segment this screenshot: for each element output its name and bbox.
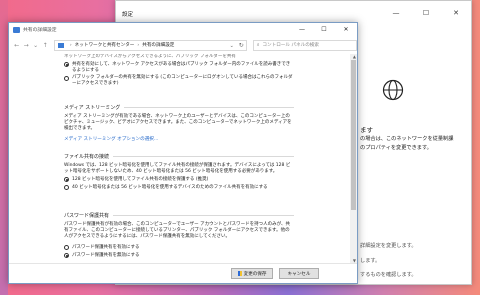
refresh-icon[interactable]: ↻: [239, 42, 244, 49]
radio-button[interactable]: [64, 184, 69, 190]
scroll-up-icon[interactable]: ▲: [353, 54, 356, 59]
breadcrumb-advanced-sharing[interactable]: 共有の詳細設定: [142, 42, 174, 48]
settings-heading-fragment: ます: [360, 126, 373, 134]
public-folder-option-off-label: パブリック フォルダーの共有を無効にする (このコンピューターにログオンしている…: [72, 75, 293, 86]
password-sharing-title: パスワード保護共有: [64, 212, 294, 219]
file-sharing-section: ファイル共有の接続 Windows では、128 ビット暗号化を使用してファイル…: [64, 153, 294, 190]
public-folder-option-off[interactable]: パブリック フォルダーの共有を無効にする (このコンピューターにログオンしている…: [64, 75, 294, 86]
password-sharing-on-label: パスワード保護共有を有効にする: [72, 245, 140, 250]
save-changes-label: 変更の保存: [243, 271, 267, 277]
desktop-background: [0, 0, 8, 295]
encryption-40-56-label: 40 ビット暗号化または 56 ビット暗号化を使用するデバイスのためのファイル共…: [72, 184, 268, 190]
radio-button-selected[interactable]: [64, 177, 69, 183]
settings-window-title: 設定: [122, 12, 134, 18]
media-streaming-title: メディア ストリーミング: [64, 104, 294, 111]
globe-icon: [382, 79, 404, 101]
encryption-40-56-option[interactable]: 40 ビット暗号化または 56 ビット暗号化を使用するデバイスのためのファイル共…: [64, 185, 294, 191]
close-icon[interactable]: ✕: [441, 1, 471, 25]
password-sharing-section: パスワード保護共有 パスワード保護共有が有効の場合、このコンピューターでユーザー…: [64, 212, 294, 258]
search-placeholder: コントロール パネルの検索: [262, 43, 319, 48]
uac-shield-icon: [237, 271, 242, 276]
maximize-icon[interactable]: ☐: [313, 23, 335, 36]
media-streaming-section: メディア ストリーミング メディア ストリーミングが有効である場合、ネットワーク…: [64, 104, 294, 142]
encryption-128-option[interactable]: 128 ビット暗号化を使用してファイル共有の接続を保護する (推奨): [64, 177, 294, 183]
cp-window-title: 共有の詳細設定: [23, 28, 57, 33]
minimize-icon[interactable]: —: [381, 1, 411, 25]
forward-arrow-icon[interactable]: →: [21, 40, 30, 50]
maximize-icon[interactable]: ☐: [411, 1, 441, 25]
network-icon: [13, 26, 20, 33]
breadcrumb-separator: ›: [137, 42, 140, 48]
dropdown-arrow-icon[interactable]: ⌄: [31, 40, 40, 50]
close-icon[interactable]: ✕: [335, 23, 357, 36]
media-streaming-link[interactable]: メディア ストリーミング オプションの選択...: [64, 136, 294, 142]
chevron-down-icon[interactable]: ⌄: [230, 43, 234, 49]
settings-link-3[interactable]: するものを確認します。: [360, 271, 417, 278]
scroll-thumb[interactable]: [351, 60, 356, 210]
vertical-scrollbar[interactable]: ▲ ▼: [350, 54, 357, 263]
file-sharing-desc: Windows では、128 ビット暗号化を使用してファイル共有の接続が保護され…: [64, 163, 291, 174]
radio-button[interactable]: [64, 245, 69, 251]
public-folder-option-on[interactable]: 共有を有効にして、ネットワーク アクセスがある場合はパブリック フォルダー内のフ…: [64, 62, 294, 73]
back-arrow-icon[interactable]: ←: [12, 40, 21, 50]
minimize-icon[interactable]: —: [291, 23, 313, 36]
save-changes-button[interactable]: 変更の保存: [231, 268, 273, 279]
cp-titlebar: 共有の詳細設定 — ☐ ✕: [9, 23, 357, 36]
search-input[interactable]: ⌕ コントロール パネルの検索: [252, 39, 358, 51]
password-sharing-off-option[interactable]: パスワード保護共有を無効にする: [64, 253, 294, 259]
settings-window-controls: — ☐ ✕: [381, 1, 471, 25]
address-bar-row: ← → ⌄ ↑ › ネットワークと共有センター › 共有の詳細設定 ⌄ ↻ ⌕ …: [9, 36, 358, 54]
search-icon: ⌕: [256, 43, 260, 48]
file-sharing-title: ファイル共有の接続: [64, 153, 294, 160]
settings-link-2[interactable]: します。: [360, 257, 380, 264]
breadcrumb-network-center[interactable]: ネットワークと共有センター: [75, 42, 135, 48]
password-sharing-off-label: パスワード保護共有を無効にする: [72, 252, 140, 258]
public-folder-section: ネットワーク上のデバイスからアクセスできるように、パブリック フォルダーを共有 …: [64, 54, 294, 86]
radio-button-selected[interactable]: [64, 252, 69, 258]
radio-button[interactable]: [64, 75, 69, 81]
breadcrumb-separator: ›: [69, 42, 72, 48]
dialog-footer: 変更の保存 キャンセル: [9, 263, 357, 283]
cp-window-controls: — ☐ ✕: [291, 23, 357, 36]
radio-button-selected[interactable]: [64, 62, 69, 68]
settings-desc-line1: の場合は、このネットワークを従量制課: [360, 136, 454, 142]
cancel-button[interactable]: キャンセル: [279, 268, 319, 279]
media-streaming-desc: メディア ストリーミングが有効である場合、ネットワーク上のユーザーとデバイスは、…: [64, 114, 292, 131]
settings-desc-line2: のプロパティを変更できます。: [360, 145, 432, 151]
encryption-128-label: 128 ビット暗号化を使用してファイル共有の接続を保護する (推奨): [72, 177, 209, 182]
password-sharing-desc: パスワード保護共有が有効の場合、このコンピューターでユーザー アカウントとパスワ…: [64, 222, 290, 239]
settings-content: ネットワーク上のデバイスからアクセスできるように、パブリック フォルダーを共有 …: [9, 54, 357, 263]
address-bar[interactable]: › ネットワークと共有センター › 共有の詳細設定 ⌄ ↻: [53, 39, 247, 51]
public-folder-option-on-label: 共有を有効にして、ネットワーク アクセスがある場合はパブリック フォルダー内のフ…: [72, 62, 291, 73]
public-folder-desc-partial: ネットワーク上のデバイスからアクセスできるように、パブリック フォルダーを共有: [64, 54, 236, 59]
settings-link-1[interactable]: 詳細設定を変更します。: [360, 242, 417, 249]
up-arrow-icon[interactable]: ↑: [40, 40, 49, 50]
password-sharing-on-option[interactable]: パスワード保護共有を有効にする: [64, 245, 294, 251]
advanced-sharing-window: 共有の詳細設定 — ☐ ✕ ← → ⌄ ↑ › ネットワークと共有センター › …: [8, 22, 358, 284]
control-panel-icon: [57, 42, 64, 48]
